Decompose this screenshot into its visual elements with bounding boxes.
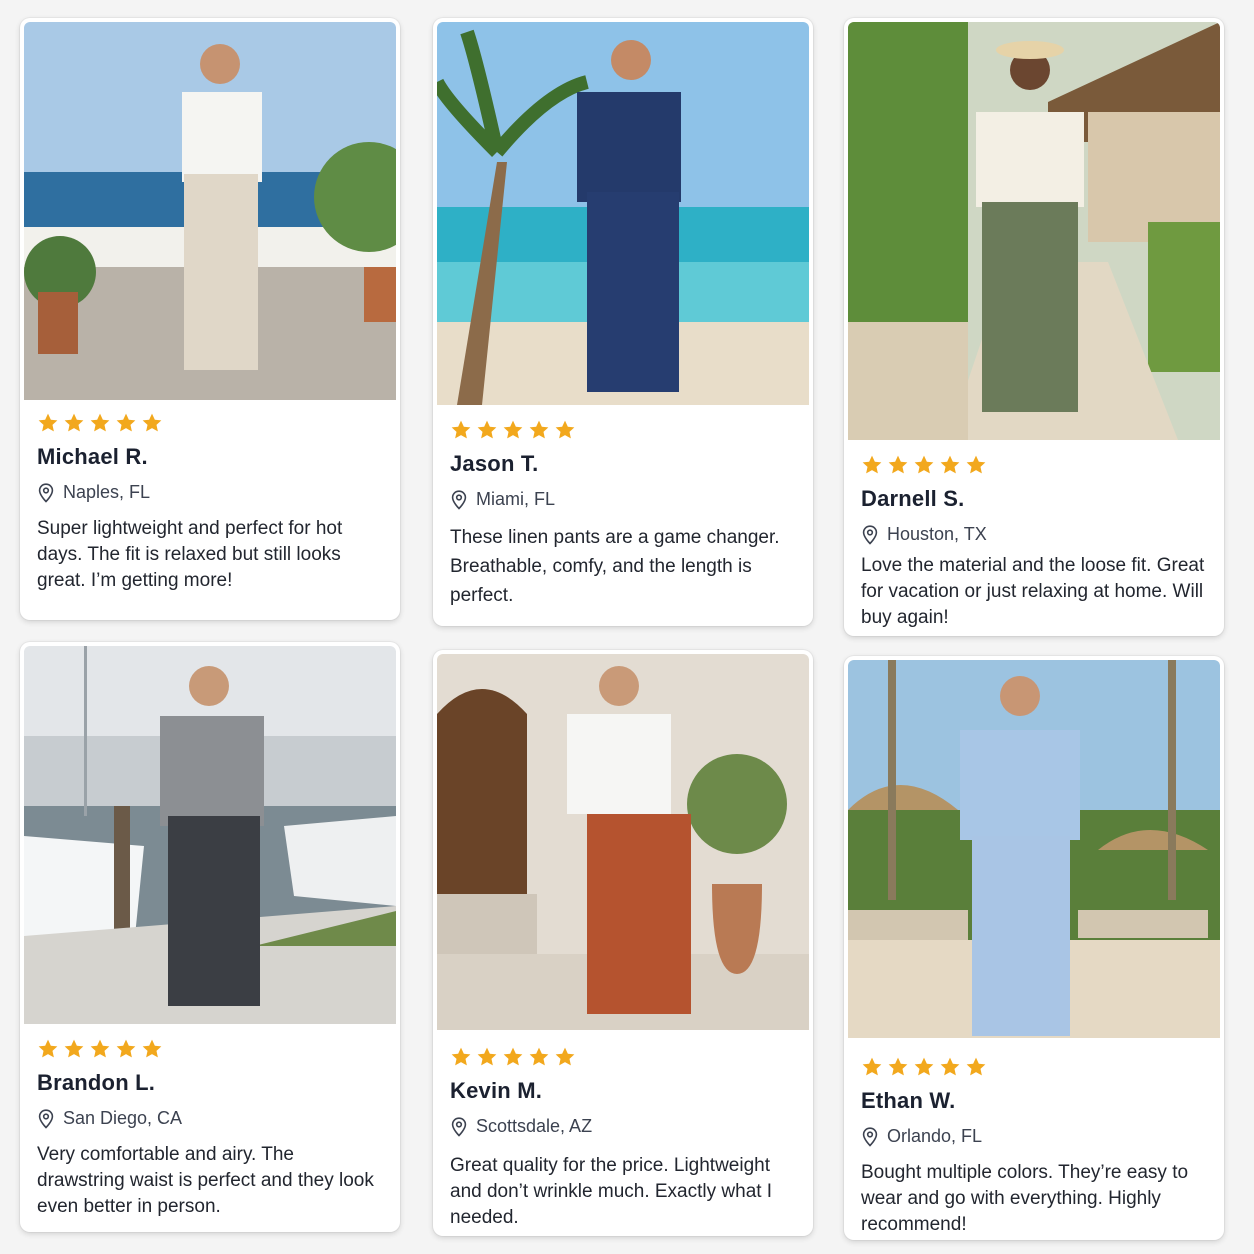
star-icon [502,1046,524,1068]
star-icon [887,454,909,476]
location-pin-icon [861,1126,879,1147]
review-text: Love the material and the loose fit. Gre… [861,555,1205,628]
location-pin-icon [450,1116,468,1137]
star-icon [861,1056,883,1078]
location-pin-icon [861,524,879,545]
reviewer-location: Naples, FL [37,482,386,503]
reviewer-name: Brandon L. [37,1070,156,1095]
rating-stars [861,454,1210,476]
reviewer-name: Michael R. [37,444,148,469]
review-card[interactable]: Kevin M. Scottsdale, AZ Great quality fo… [433,650,813,1236]
star-icon [939,454,961,476]
star-icon [450,1046,472,1068]
review-card[interactable]: Jason T. Miami, FL These linen pants are… [433,18,813,626]
location-pin-icon [37,1108,55,1129]
star-icon [502,419,524,441]
location-text: Scottsdale, AZ [476,1116,593,1136]
location-text: Miami, FL [476,489,556,509]
star-icon [115,1038,137,1060]
review-card[interactable]: Brandon L. San Diego, CA Very comfortabl… [20,642,400,1232]
star-icon [887,1056,909,1078]
review-photo[interactable] [437,654,809,1030]
review-card[interactable]: Ethan W. Orlando, FL Bought multiple col… [844,656,1224,1240]
star-icon [141,412,163,434]
review-card[interactable]: Michael R. Naples, FL Super lightweight … [20,18,400,620]
star-icon [450,419,472,441]
star-icon [63,1038,85,1060]
star-icon [913,1056,935,1078]
review-photo[interactable] [437,22,809,405]
location-text: Orlando, FL [887,1126,983,1146]
review-text: These linen pants are a game changer. Br… [450,527,780,606]
star-icon [115,412,137,434]
reviewer-location: Orlando, FL [861,1126,1210,1147]
location-text: Houston, TX [887,524,987,544]
review-photo[interactable] [24,22,396,400]
star-icon [141,1038,163,1060]
star-icon [913,454,935,476]
star-icon [63,412,85,434]
location-text: Naples, FL [63,482,151,502]
star-icon [37,1038,59,1060]
star-icon [37,412,59,434]
rating-stars [37,1038,386,1060]
star-icon [89,412,111,434]
review-text: Very comfortable and airy. The drawstrin… [37,1144,374,1217]
rating-stars [861,1056,1210,1078]
star-icon [965,454,987,476]
reviewer-location: Houston, TX [861,524,1210,545]
rating-stars [37,412,386,434]
star-icon [939,1056,961,1078]
reviewer-location: Miami, FL [450,489,799,510]
reviewer-name: Darnell S. [861,486,965,511]
location-pin-icon [450,489,468,510]
star-icon [554,419,576,441]
reviewer-location: San Diego, CA [37,1108,386,1129]
star-icon [861,454,883,476]
reviewer-name: Jason T. [450,451,539,476]
star-icon [528,419,550,441]
review-card[interactable]: Darnell S. Houston, TX Love the material… [844,18,1224,636]
reviewer-location: Scottsdale, AZ [450,1116,799,1137]
location-text: San Diego, CA [63,1108,183,1128]
rating-stars [450,1046,799,1068]
review-text: Great quality for the price. Lightweight… [450,1155,773,1228]
review-photo[interactable] [848,22,1220,440]
review-photo[interactable] [848,660,1220,1038]
star-icon [965,1056,987,1078]
review-photo[interactable] [24,646,396,1024]
star-icon [476,1046,498,1068]
reviewer-name: Ethan W. [861,1088,956,1113]
star-icon [528,1046,550,1068]
star-icon [554,1046,576,1068]
location-pin-icon [37,482,55,503]
star-icon [476,419,498,441]
reviewer-name: Kevin M. [450,1078,543,1103]
star-icon [89,1038,111,1060]
review-text: Super lightweight and perfect for hot da… [37,518,343,591]
rating-stars [450,419,799,441]
review-text: Bought multiple colors. They’re easy to … [861,1162,1189,1235]
